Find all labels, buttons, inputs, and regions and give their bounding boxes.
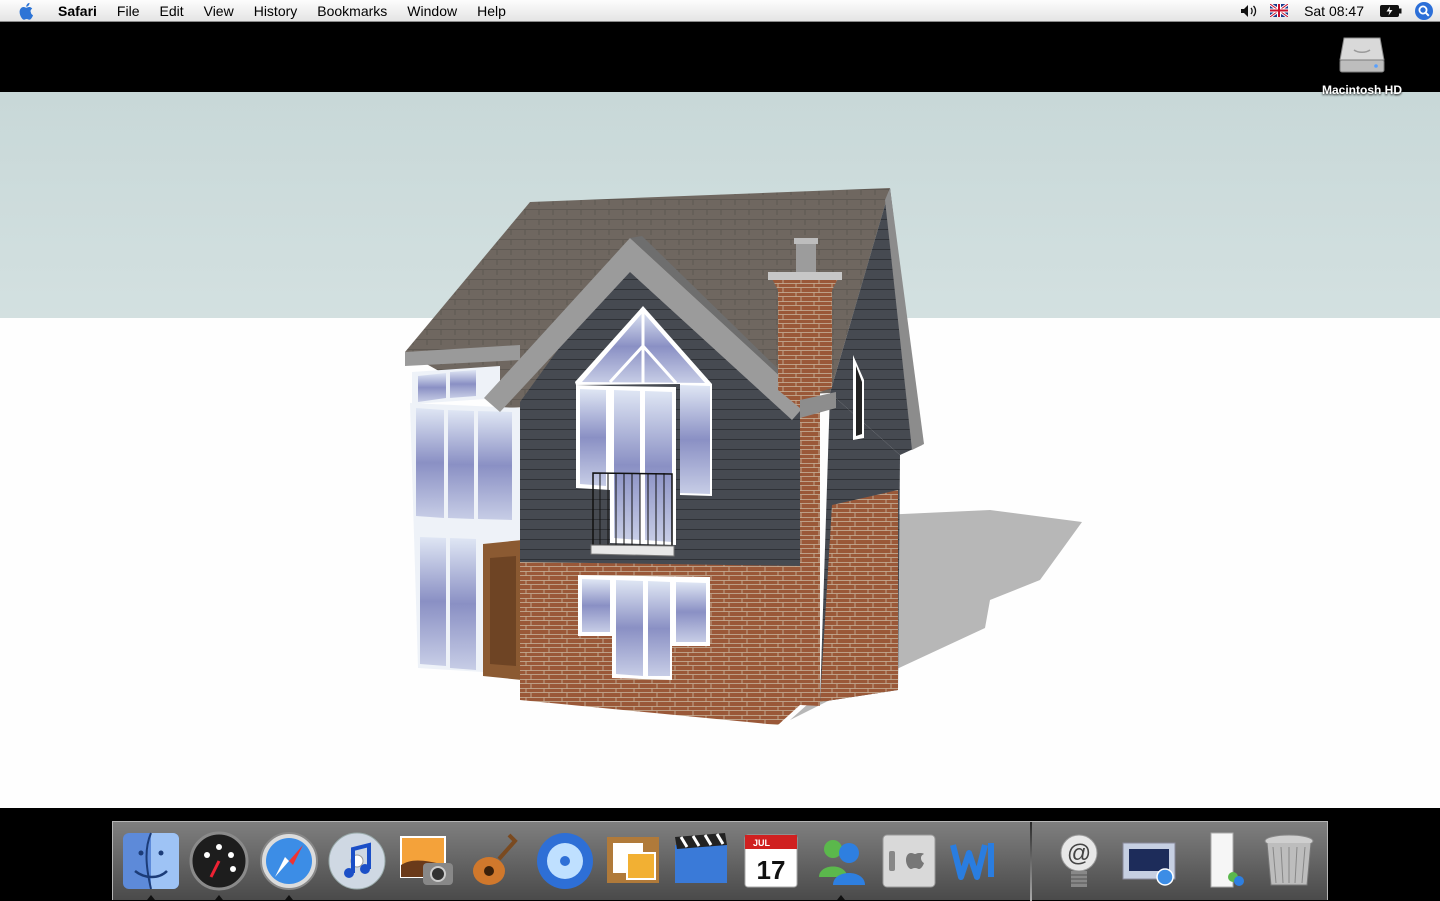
dock-document[interactable]	[1193, 828, 1257, 894]
apple-icon	[19, 2, 33, 20]
itunes-icon	[328, 832, 386, 890]
msn-messenger-icon	[819, 840, 865, 885]
word-icon	[950, 843, 994, 880]
dock-separator	[1030, 822, 1032, 901]
dock-dvd-player[interactable]	[533, 828, 597, 894]
imovie-icon	[675, 833, 727, 883]
house-model	[405, 188, 1082, 725]
apple-menu[interactable]	[16, 0, 38, 22]
menu-app-name[interactable]: Safari	[48, 0, 107, 22]
dock-screenshot[interactable]	[1117, 828, 1181, 894]
dock-mail[interactable]: @	[1047, 828, 1111, 894]
dock-safari[interactable]	[257, 828, 321, 900]
dock-system-preferences[interactable]	[877, 828, 941, 894]
dock-msn-messenger[interactable]	[809, 828, 873, 900]
screenshot-icon	[1122, 842, 1176, 886]
spotlight-icon[interactable]	[1414, 1, 1434, 21]
menu-clock[interactable]: Sat 08:47	[1304, 3, 1364, 19]
dock-ical[interactable]: JUL 17	[739, 828, 803, 894]
menu-bookmarks[interactable]: Bookmarks	[307, 0, 397, 22]
trash-icon	[1264, 834, 1314, 886]
dock-word[interactable]	[945, 828, 1009, 894]
garageband-icon	[473, 833, 518, 885]
battery-icon[interactable]	[1380, 4, 1402, 17]
safari-icon	[260, 832, 318, 890]
system-preferences-icon	[882, 834, 936, 888]
preview-icon	[607, 837, 659, 883]
uk-flag-icon[interactable]	[1270, 4, 1289, 17]
dashboard-icon	[189, 831, 249, 891]
menu-bar: Safari File Edit View History Bookmarks …	[0, 0, 1440, 22]
menu-help[interactable]: Help	[467, 0, 516, 22]
menu-file[interactable]: File	[107, 0, 150, 22]
svg-text:@: @	[1067, 840, 1091, 867]
dock-preview[interactable]	[601, 828, 665, 894]
dock-dashboard[interactable]	[187, 828, 251, 900]
model-viewport[interactable]	[0, 92, 1440, 808]
dock: JUL 17 @	[112, 821, 1328, 901]
ical-day: 17	[757, 855, 786, 885]
iphoto-icon	[400, 836, 453, 885]
volume-icon[interactable]	[1240, 4, 1258, 18]
dock-itunes[interactable]	[325, 828, 389, 894]
macintosh-hd-icon[interactable]: Macintosh HD	[1316, 30, 1408, 97]
dock-finder[interactable]	[119, 828, 183, 900]
menu-view[interactable]: View	[194, 0, 244, 22]
menu-edit[interactable]: Edit	[149, 0, 193, 22]
ical-month: JUL	[753, 838, 771, 848]
mail-icon: @	[1060, 834, 1098, 887]
finder-icon	[123, 832, 179, 890]
menu-window[interactable]: Window	[397, 0, 467, 22]
dock-iphoto[interactable]	[395, 828, 459, 894]
dvd-player-icon	[537, 833, 593, 889]
dock-garageband[interactable]	[463, 828, 527, 894]
document-icon	[1210, 832, 1244, 888]
macintosh-hd-label: Macintosh HD	[1321, 83, 1402, 97]
hard-drive-icon	[1339, 37, 1385, 73]
dock-trash[interactable]	[1257, 828, 1321, 894]
ical-icon: JUL 17	[744, 834, 798, 888]
menu-history[interactable]: History	[244, 0, 308, 22]
dock-imovie[interactable]	[669, 828, 733, 894]
